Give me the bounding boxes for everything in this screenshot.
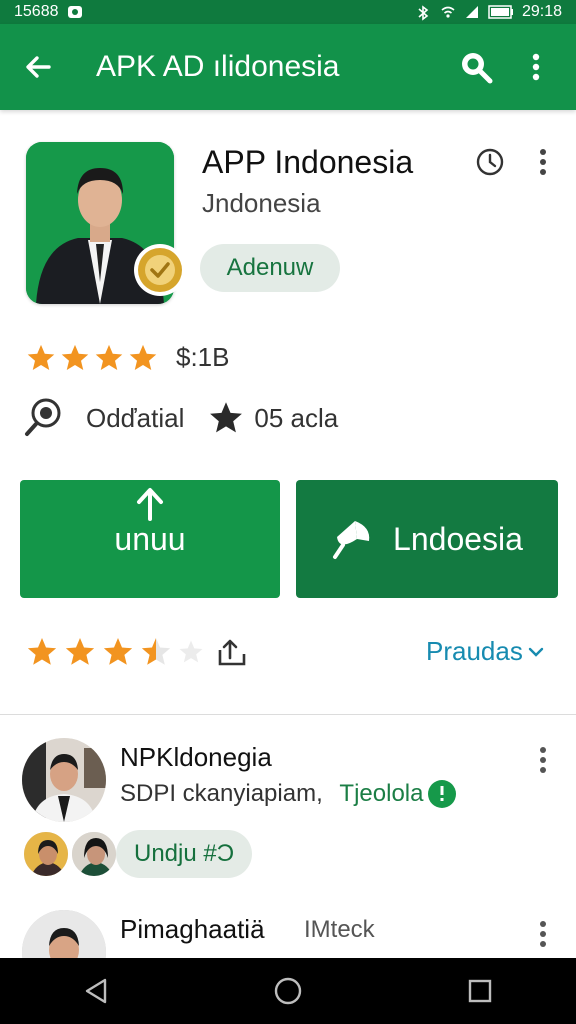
overflow-menu-button[interactable] [514, 45, 558, 89]
rating-row: $:1B [26, 342, 230, 373]
review-more-button[interactable] [530, 742, 556, 778]
review-body: SDPI ckanyiapiam, [120, 780, 323, 807]
star-full-icon [95, 344, 123, 370]
star-full-icon[interactable] [102, 636, 134, 668]
arrow-left-icon [26, 56, 51, 78]
search-icon [25, 398, 61, 436]
chevron-down-icon [528, 647, 544, 657]
search-icon [462, 53, 493, 84]
app-bar: APK AD ılidonesia [0, 24, 576, 110]
more-vert-icon [540, 149, 546, 175]
review-action-pill[interactable]: Undju #Ɔ [116, 830, 253, 878]
pin-icon [333, 521, 370, 559]
reviewer-name: ΝPKldonegia [120, 742, 272, 772]
review-tag: IMteck [304, 916, 375, 943]
reviewer-name: Pimaghaatiä [120, 914, 265, 944]
square-recents-icon [468, 979, 492, 1003]
star-full-icon[interactable] [26, 636, 58, 668]
review-text: SDPI ckanyiapiam, Tjeolola [120, 780, 423, 808]
avatar[interactable] [22, 910, 106, 958]
star-half-icon[interactable] [140, 636, 172, 668]
install-button[interactable]: unuu [20, 480, 280, 598]
star-full-icon [129, 344, 157, 370]
star-empty-icon[interactable] [178, 639, 204, 665]
avatar[interactable] [22, 738, 106, 822]
section-divider [0, 714, 576, 715]
review-more-button[interactable] [530, 916, 556, 952]
wifi-icon [440, 5, 456, 19]
user-rating-row[interactable] [26, 636, 248, 668]
system-navigation-bar [0, 958, 576, 1024]
check-badge-icon [138, 248, 182, 292]
more-vert-icon [540, 921, 546, 947]
install-button-label: unuu [114, 520, 186, 557]
person-avatar-image [22, 910, 106, 958]
meta-right-text: 05 acla [254, 402, 339, 433]
avatar[interactable] [22, 830, 70, 878]
star-full-icon[interactable] [64, 636, 96, 668]
circle-home-icon [274, 977, 302, 1005]
triangle-back-icon [85, 978, 107, 1004]
star-full-icon [27, 344, 55, 370]
secondary-button-label: Lndoesia [393, 520, 523, 557]
app-detail-card: APP Indonesia Jndonesia Adenuw $:1B Odďa… [0, 116, 576, 716]
more-vert-icon [540, 747, 546, 773]
battery-icon [488, 5, 514, 19]
person-avatar-image [22, 738, 106, 822]
details-link[interactable]: Praudas [426, 636, 545, 667]
status-bar: 15688 29:18 [0, 0, 576, 24]
back-button[interactable] [18, 47, 58, 87]
status-time: 29:18 [521, 3, 562, 20]
meta-left-text: Odďatial [86, 402, 185, 433]
avatar[interactable] [70, 830, 118, 878]
status-left-text: 15688 [14, 3, 59, 20]
meta-row: Odďatial 05 acla [24, 396, 338, 440]
upload-arrow-icon [137, 487, 163, 521]
details-link-label: Praudas [426, 636, 523, 666]
verified-badge [134, 244, 186, 296]
secondary-action-button[interactable]: Lndoesia [296, 480, 558, 598]
review-tag[interactable]: Tjeolola [339, 780, 423, 807]
nav-home-button[interactable] [268, 971, 308, 1011]
signal-icon [464, 5, 480, 19]
app-bar-title: APK AD ılidonesia [96, 50, 340, 83]
info-icon [440, 786, 444, 801]
review-item: Pimaghaatiä IMteck [0, 900, 576, 958]
history-button[interactable] [474, 146, 506, 178]
nav-recents-button[interactable] [460, 971, 500, 1011]
person-avatar-image [72, 832, 116, 876]
clock-icon [476, 148, 504, 176]
app-more-button[interactable] [530, 144, 556, 180]
bluetooth-icon [416, 5, 432, 21]
more-vert-icon [532, 53, 540, 81]
rating-value: $:1B [176, 342, 230, 372]
app-title: APP Indonesia [202, 144, 414, 180]
search-button[interactable] [454, 45, 498, 89]
star-outline-icon [210, 402, 243, 433]
star-full-icon [61, 344, 89, 370]
notification-icon [67, 5, 83, 19]
info-badge[interactable] [428, 780, 456, 808]
person-avatar-image [24, 832, 68, 876]
category-chip[interactable]: Adenuw [200, 244, 340, 292]
developer-name[interactable]: Jndonesia [202, 188, 321, 219]
nav-back-button[interactable] [76, 971, 116, 1011]
review-item: ΝPKldonegia SDPI ckanyiapiam, Tjeolola U… [0, 730, 576, 890]
share-icon[interactable] [216, 636, 248, 668]
